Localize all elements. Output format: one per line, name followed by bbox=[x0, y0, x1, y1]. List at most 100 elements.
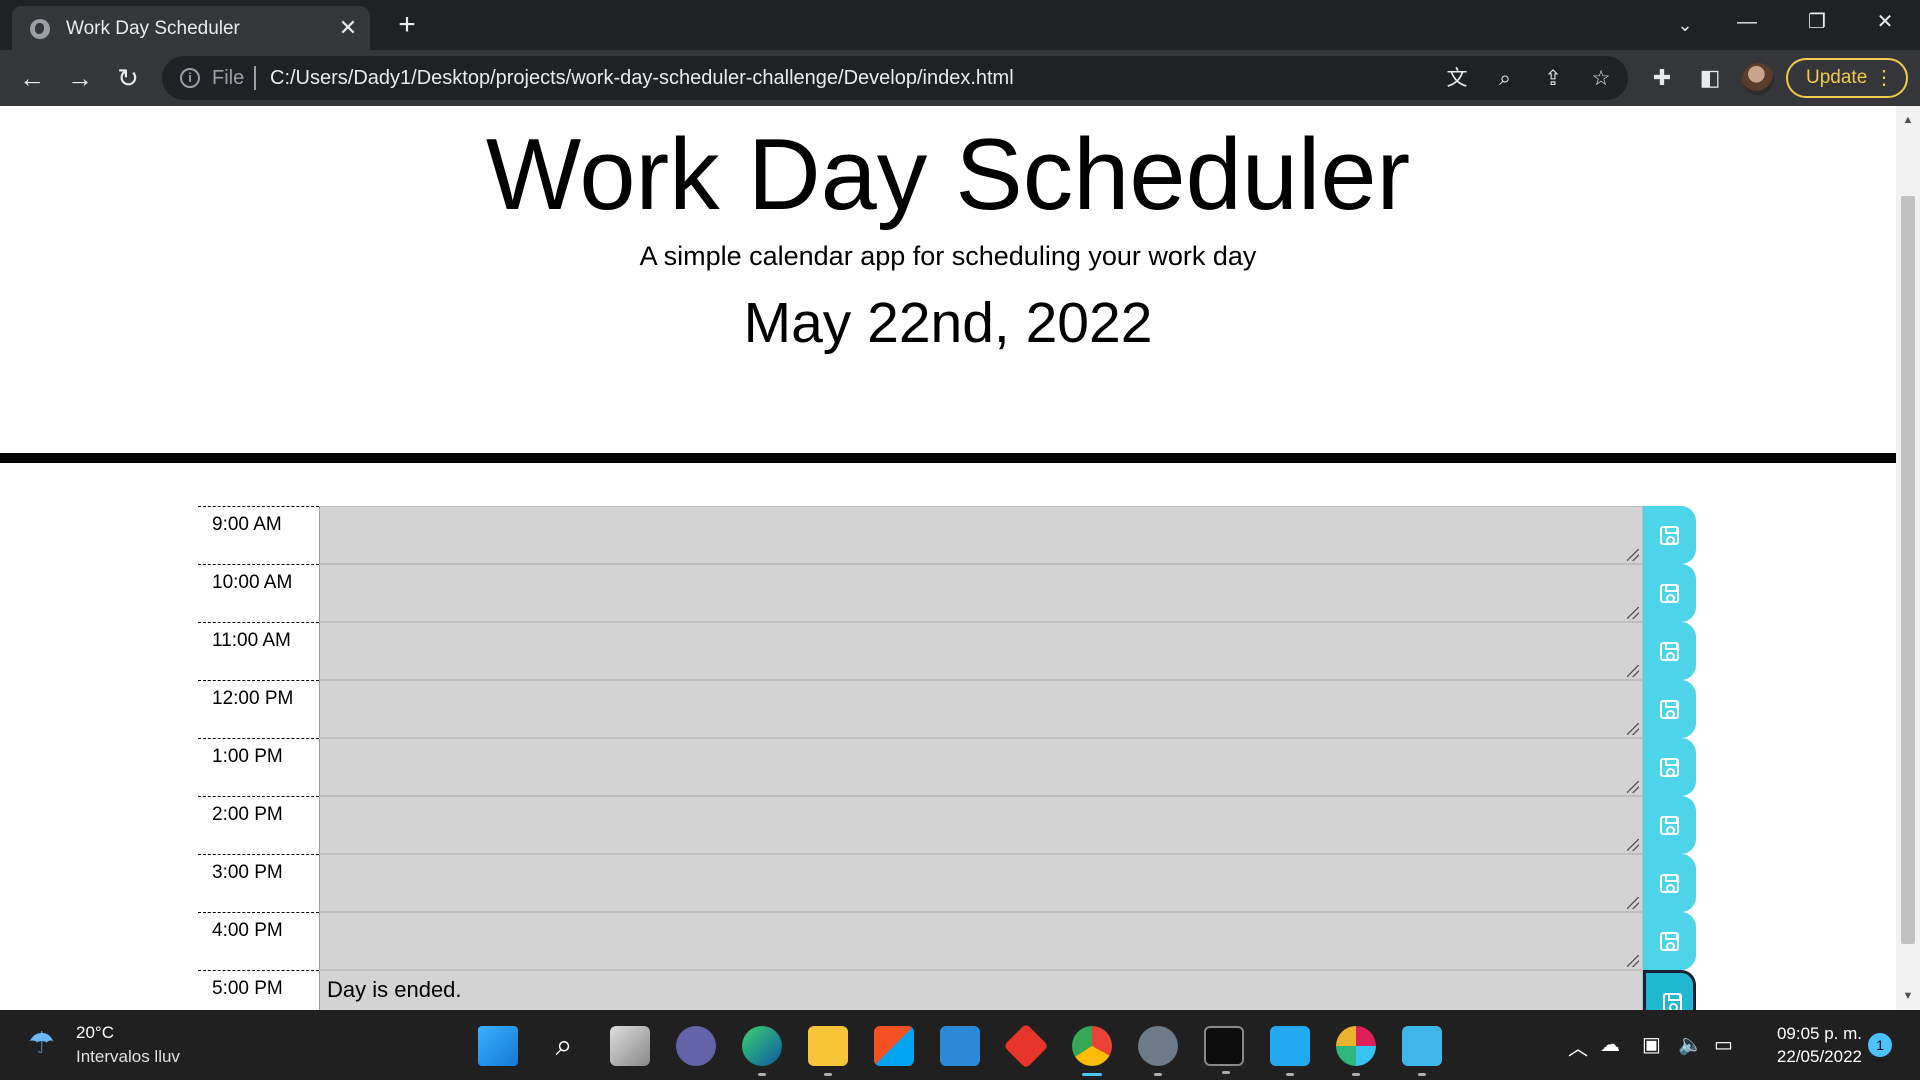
resize-grip-icon[interactable] bbox=[1627, 897, 1639, 909]
onedrive-cloud-icon[interactable]: ☁ bbox=[1600, 1032, 1620, 1057]
terminal-icon[interactable] bbox=[1204, 1026, 1244, 1074]
page-scrollbar[interactable]: ▲ ▼ bbox=[1896, 106, 1920, 1010]
event-description[interactable] bbox=[319, 506, 1643, 564]
back-button[interactable]: ← bbox=[14, 60, 50, 96]
save-icon bbox=[1660, 642, 1679, 661]
address-bar[interactable]: i File C:/Users/Dady1/Desktop/projects/w… bbox=[162, 56, 1628, 100]
translate-icon[interactable]: 文 bbox=[1442, 64, 1472, 94]
save-button[interactable] bbox=[1643, 506, 1696, 564]
close-window-button[interactable]: ✕ bbox=[1850, 0, 1920, 44]
current-day: May 22nd, 2022 bbox=[743, 291, 1153, 355]
reload-button[interactable]: ↻ bbox=[110, 60, 146, 96]
app-running-indicator bbox=[1222, 1071, 1230, 1074]
tray-expand-icon[interactable]: ︿ bbox=[1568, 1032, 1588, 1061]
bookmark-star-icon[interactable]: ☆ bbox=[1586, 64, 1616, 94]
time-block-row: 1:00 PM bbox=[198, 738, 1696, 796]
task-view-icon[interactable] bbox=[610, 1026, 650, 1066]
save-icon bbox=[1660, 584, 1679, 603]
forward-button[interactable]: → bbox=[62, 60, 98, 96]
info-icon[interactable]: i bbox=[180, 68, 200, 88]
edge-icon[interactable] bbox=[742, 1026, 782, 1076]
side-panel-icon[interactable]: ◧ bbox=[1692, 60, 1728, 96]
event-description[interactable] bbox=[319, 738, 1643, 796]
clock-time[interactable]: 09:05 p. m. bbox=[1766, 1024, 1862, 1044]
update-button[interactable]: Update ⋮ bbox=[1786, 58, 1908, 98]
resize-grip-icon[interactable] bbox=[1627, 781, 1639, 793]
hour-label: 5:00 PM bbox=[198, 970, 319, 1010]
event-description[interactable]: Day is ended. bbox=[319, 970, 1643, 1010]
clock-date[interactable]: 22/05/2022 bbox=[1756, 1047, 1862, 1067]
save-icon bbox=[1660, 758, 1679, 777]
resize-grip-icon[interactable] bbox=[1627, 665, 1639, 677]
file-explorer-icon[interactable] bbox=[808, 1026, 848, 1076]
save-button[interactable] bbox=[1643, 738, 1696, 796]
notepad-icon[interactable] bbox=[1402, 1026, 1442, 1076]
event-description[interactable] bbox=[319, 854, 1643, 912]
menu-dots-icon[interactable]: ⋮ bbox=[1874, 60, 1894, 96]
close-tab-icon[interactable]: ✕ bbox=[334, 14, 362, 42]
search-icon[interactable]: ⌕ bbox=[544, 1026, 584, 1066]
save-button[interactable] bbox=[1643, 564, 1696, 622]
save-button[interactable] bbox=[1643, 622, 1696, 680]
battery-icon[interactable]: ▭ bbox=[1714, 1032, 1733, 1057]
globe-icon bbox=[30, 19, 50, 39]
teams-chat-icon[interactable] bbox=[676, 1026, 716, 1066]
save-button[interactable] bbox=[1643, 912, 1696, 970]
browser-tab[interactable]: Work Day Scheduler ✕ bbox=[12, 6, 370, 50]
event-description[interactable] bbox=[319, 564, 1643, 622]
tab-search-icon[interactable]: ⌄ bbox=[1668, 8, 1702, 42]
resize-grip-icon[interactable] bbox=[1627, 839, 1639, 851]
save-button[interactable] bbox=[1643, 970, 1696, 1010]
event-description[interactable] bbox=[319, 796, 1643, 854]
save-button[interactable] bbox=[1643, 854, 1696, 912]
profile-avatar[interactable] bbox=[1742, 63, 1774, 95]
event-description[interactable] bbox=[319, 912, 1643, 970]
chrome-icon[interactable] bbox=[1072, 1026, 1112, 1076]
mail-icon[interactable] bbox=[940, 1026, 980, 1066]
scroll-down-icon[interactable]: ▼ bbox=[1896, 986, 1920, 1006]
network-icon[interactable]: ▣ bbox=[1642, 1032, 1661, 1057]
weather-umbrella-icon[interactable]: ☂ bbox=[28, 1024, 68, 1064]
start-icon[interactable] bbox=[478, 1026, 518, 1066]
zoom-icon[interactable]: ⌕ bbox=[1490, 64, 1520, 94]
resize-grip-icon[interactable] bbox=[1627, 723, 1639, 735]
weather-temperature[interactable]: 20°C bbox=[76, 1023, 114, 1043]
app-running-indicator bbox=[1154, 1073, 1162, 1076]
settings-gear-icon[interactable] bbox=[1138, 1026, 1178, 1076]
browser-tab-bar: Work Day Scheduler ✕ + ⌄ — ❐ ✕ bbox=[0, 0, 1920, 50]
git-icon[interactable] bbox=[1003, 1023, 1049, 1069]
slack-icon[interactable] bbox=[1336, 1026, 1376, 1076]
resize-grip-icon[interactable] bbox=[1627, 549, 1639, 561]
weather-description[interactable]: Intervalos lluv bbox=[76, 1047, 180, 1067]
tab-title: Work Day Scheduler bbox=[66, 18, 240, 39]
hour-label: 11:00 AM bbox=[198, 622, 319, 680]
url-text[interactable]: C:/Users/Dady1/Desktop/projects/work-day… bbox=[270, 67, 1014, 90]
url-scheme: File bbox=[212, 67, 245, 89]
app-active-indicator bbox=[1082, 1073, 1102, 1076]
app-running-indicator bbox=[1352, 1073, 1360, 1076]
resize-grip-icon[interactable] bbox=[1627, 955, 1639, 967]
hour-label: 1:00 PM bbox=[198, 738, 319, 796]
volume-icon[interactable]: 🔈 bbox=[1678, 1032, 1703, 1057]
vscode-icon[interactable] bbox=[1270, 1026, 1310, 1076]
update-label: Update bbox=[1806, 67, 1868, 88]
resize-grip-icon[interactable] bbox=[1627, 607, 1639, 619]
event-description[interactable] bbox=[319, 680, 1643, 738]
time-block-row: 5:00 PM Day is ended. bbox=[198, 970, 1696, 1010]
minimize-button[interactable]: — bbox=[1712, 0, 1782, 44]
save-button[interactable] bbox=[1643, 796, 1696, 854]
scroll-up-icon[interactable]: ▲ bbox=[1896, 110, 1920, 130]
save-button[interactable] bbox=[1643, 680, 1696, 738]
save-icon bbox=[1660, 526, 1679, 545]
time-block-row: 3:00 PM bbox=[198, 854, 1696, 912]
restore-button[interactable]: ❐ bbox=[1782, 0, 1852, 44]
store-icon[interactable] bbox=[874, 1026, 914, 1066]
app-running-indicator bbox=[1418, 1073, 1426, 1076]
notification-badge[interactable]: 1 bbox=[1868, 1033, 1892, 1057]
scroll-thumb[interactable] bbox=[1901, 196, 1915, 944]
share-icon[interactable]: ⇪ bbox=[1538, 64, 1568, 94]
extensions-icon[interactable]: ✚ bbox=[1644, 60, 1680, 96]
app-running-indicator bbox=[758, 1073, 766, 1076]
new-tab-button[interactable]: + bbox=[390, 8, 424, 42]
event-description[interactable] bbox=[319, 622, 1643, 680]
